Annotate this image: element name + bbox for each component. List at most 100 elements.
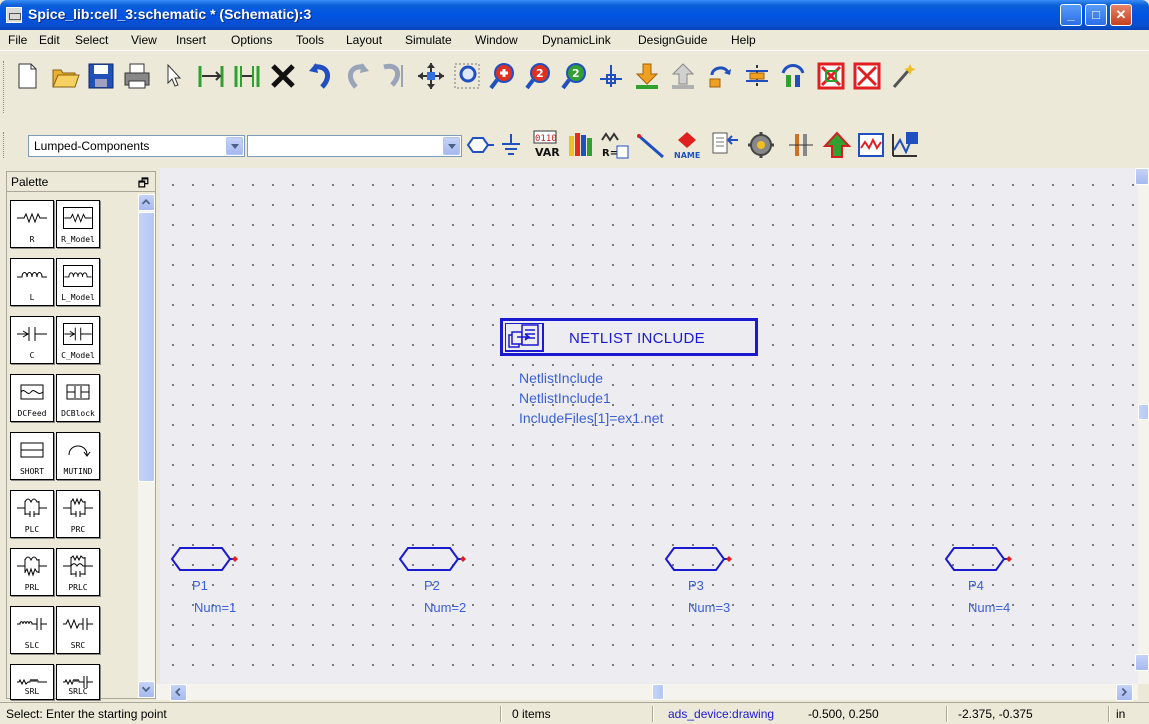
- port-symbol[interactable]: [398, 544, 468, 574]
- zoom-in-x2-icon[interactable]: 2: [524, 61, 554, 91]
- library-books-icon[interactable]: [566, 130, 596, 160]
- scroll-up-icon[interactable]: [138, 194, 155, 211]
- menu-edit[interactable]: Edit: [39, 33, 60, 47]
- chevron-down-icon[interactable]: [226, 137, 243, 155]
- scroll-thumb[interactable]: [1138, 404, 1149, 420]
- new-file-icon[interactable]: [12, 61, 42, 91]
- palette-item-l[interactable]: L: [10, 258, 54, 306]
- scroll-down-icon[interactable]: [1135, 654, 1149, 671]
- menu-layout[interactable]: Layout: [346, 33, 382, 47]
- palette-item-c-model[interactable]: C_Model: [56, 316, 100, 364]
- menu-insert[interactable]: Insert: [176, 33, 206, 47]
- palette-item-srlc[interactable]: SRLC: [56, 664, 100, 700]
- palette-item-dcblock[interactable]: DCBlock: [56, 374, 100, 422]
- pop-up-icon[interactable]: [668, 61, 698, 91]
- menu-file[interactable]: File: [8, 33, 27, 47]
- save-icon[interactable]: [86, 61, 116, 91]
- close-button[interactable]: ✕: [1110, 4, 1132, 26]
- open-folder-icon[interactable]: [50, 61, 80, 91]
- palette-item-l-model[interactable]: L_Model: [56, 258, 100, 306]
- canvas-horizontal-scrollbar[interactable]: [156, 684, 1138, 701]
- menu-dynamiclink[interactable]: DynamicLink: [542, 33, 611, 47]
- ground-icon[interactable]: [496, 130, 526, 160]
- tuning-icon[interactable]: R=: [600, 130, 630, 160]
- menu-designguide[interactable]: DesignGuide: [638, 33, 707, 47]
- save-plot-icon[interactable]: [890, 130, 920, 160]
- redo-icon[interactable]: [342, 61, 372, 91]
- netlist-include-component[interactable]: NETLIST INCLUDE: [500, 318, 758, 356]
- menu-tools[interactable]: Tools: [296, 33, 324, 47]
- menu-options[interactable]: Options: [231, 33, 272, 47]
- maximize-button[interactable]: □: [1085, 4, 1107, 26]
- zoom-area-icon[interactable]: [452, 61, 482, 91]
- palette-item-short[interactable]: SHORT: [10, 432, 54, 480]
- menu-window[interactable]: Window: [475, 33, 518, 47]
- delete-icon[interactable]: [268, 61, 298, 91]
- toolbar-grip[interactable]: [3, 132, 6, 158]
- palette-item-c[interactable]: C: [10, 316, 54, 364]
- palette-header: Palette 🗗: [7, 172, 155, 192]
- menu-simulate[interactable]: Simulate: [405, 33, 452, 47]
- palette-item-mutind[interactable]: MUTIND: [56, 432, 100, 480]
- palette-item-dcfeed[interactable]: DCFeed: [10, 374, 54, 422]
- deactivate-icon[interactable]: [816, 61, 846, 91]
- simulate-up-icon[interactable]: [822, 130, 852, 160]
- menu-help[interactable]: Help: [731, 33, 756, 47]
- port-symbol[interactable]: [944, 544, 1014, 574]
- toolbar-grip[interactable]: [3, 61, 6, 113]
- push-down-icon[interactable]: [632, 61, 662, 91]
- palette-item-prl[interactable]: PRL: [10, 548, 54, 596]
- app-icon[interactable]: [6, 7, 22, 23]
- node-name-icon[interactable]: NAME: [672, 130, 702, 160]
- select-pointer-icon[interactable]: [158, 61, 188, 91]
- scroll-down-icon[interactable]: [138, 681, 155, 698]
- port-icon[interactable]: [466, 130, 496, 160]
- palette-item-label: SRC: [70, 641, 86, 650]
- palette-item-label: SRLC: [68, 687, 88, 696]
- data-display-icon[interactable]: [856, 130, 886, 160]
- palette-scrollbar[interactable]: [138, 194, 155, 698]
- palette-item-src[interactable]: SRC: [56, 606, 100, 654]
- undo-icon[interactable]: [306, 61, 336, 91]
- var-icon[interactable]: 0110 VAR: [530, 130, 560, 160]
- chevron-down-icon[interactable]: [443, 137, 460, 155]
- menu-view[interactable]: View: [131, 33, 157, 47]
- scroll-up-icon[interactable]: [1135, 168, 1149, 185]
- component-combo[interactable]: [247, 135, 462, 157]
- palette-item-prlc[interactable]: PRLC: [56, 548, 100, 596]
- port-symbol[interactable]: [664, 544, 734, 574]
- minimize-button[interactable]: _: [1060, 4, 1082, 26]
- pin-icon[interactable]: [596, 61, 626, 91]
- draw-wire-icon[interactable]: [636, 130, 666, 160]
- print-icon[interactable]: [122, 61, 152, 91]
- tune-icon[interactable]: [786, 130, 816, 160]
- move-icon[interactable]: [416, 61, 446, 91]
- port-symbol[interactable]: [170, 544, 240, 574]
- rotate-icon[interactable]: [706, 61, 736, 91]
- palette-item-slc[interactable]: SLC: [10, 606, 54, 654]
- palette-item-r-model[interactable]: R_Model: [56, 200, 100, 248]
- zoom-in-icon[interactable]: [488, 61, 518, 91]
- magic-wand-icon[interactable]: [888, 61, 918, 91]
- scroll-right-icon[interactable]: [1116, 684, 1133, 701]
- insert-schematic-icon[interactable]: [710, 130, 740, 160]
- float-window-icon[interactable]: 🗗: [138, 174, 149, 195]
- insert-wire-icon[interactable]: [196, 61, 226, 91]
- palette-item-plc[interactable]: PLC: [10, 490, 54, 538]
- palette-item-srl[interactable]: SRL: [10, 664, 54, 700]
- palette-item-prc[interactable]: PRC: [56, 490, 100, 538]
- canvas-vertical-scrollbar[interactable]: [1135, 168, 1149, 684]
- library-combo[interactable]: Lumped-Components: [28, 135, 245, 157]
- palette-item-r[interactable]: R: [10, 200, 54, 248]
- scroll-thumb[interactable]: [138, 212, 155, 482]
- insert-bus-icon[interactable]: [232, 61, 262, 91]
- deactivate-short-icon[interactable]: [852, 61, 882, 91]
- scroll-left-icon[interactable]: [170, 684, 187, 701]
- menu-select[interactable]: Select: [75, 33, 108, 47]
- scroll-thumb[interactable]: [652, 684, 664, 700]
- mirror-x-icon[interactable]: [742, 61, 772, 91]
- mirror-y-icon[interactable]: [778, 61, 808, 91]
- zoom-out-x2-icon[interactable]: 2: [560, 61, 590, 91]
- repeat-icon[interactable]: [378, 61, 408, 91]
- simulation-gear-icon[interactable]: [746, 130, 776, 160]
